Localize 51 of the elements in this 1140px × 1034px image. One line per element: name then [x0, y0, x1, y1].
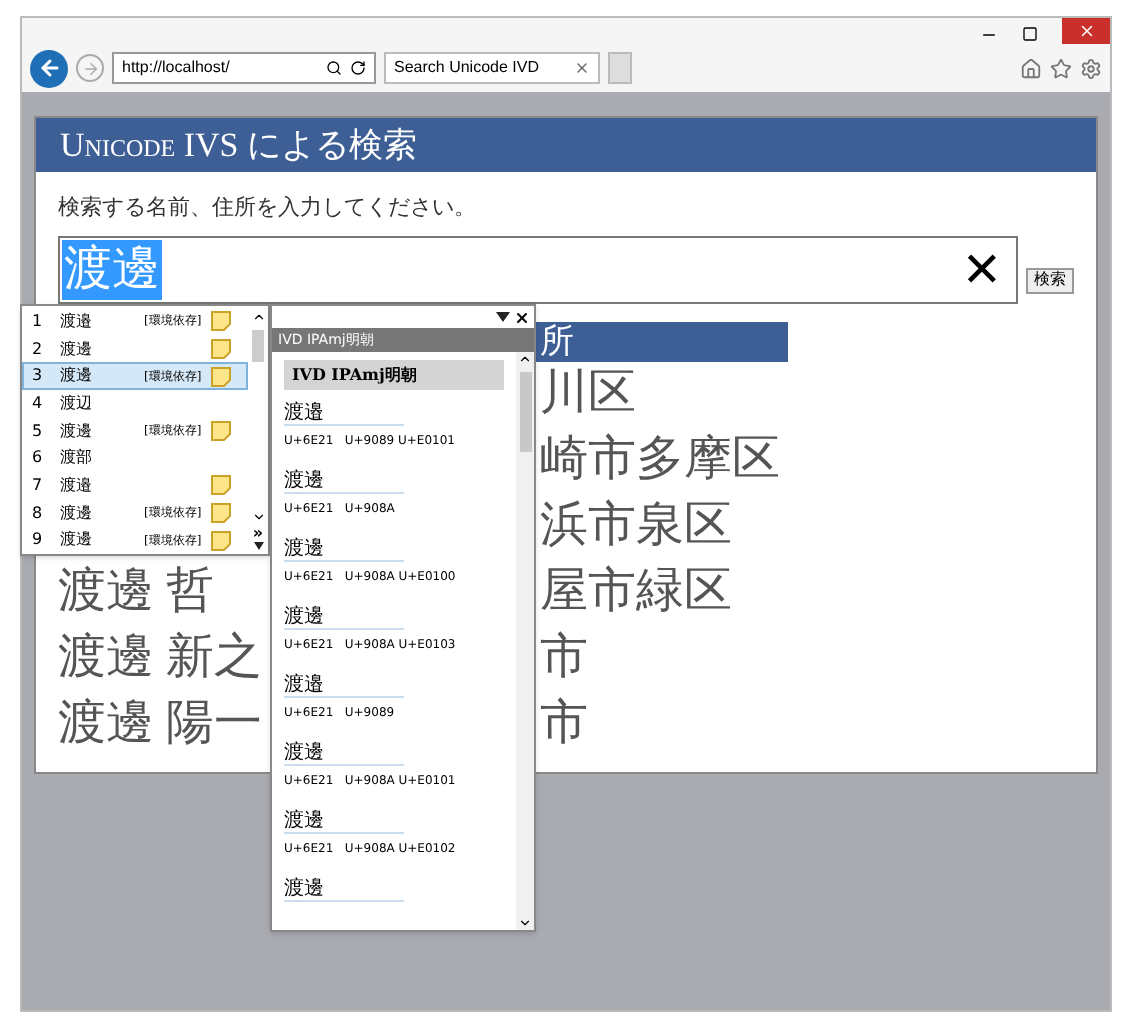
- scroll-down-icon[interactable]: [518, 916, 532, 930]
- name-cell: 渡邊 哲: [58, 566, 214, 618]
- address-cell-text: 崎市多摩区: [540, 431, 780, 490]
- refresh-icon[interactable]: [350, 60, 366, 76]
- search-field[interactable]: 渡邊 ✕: [58, 235, 1018, 303]
- close-window-button[interactable]: [1062, 18, 1110, 44]
- scroll-up-icon[interactable]: [251, 310, 265, 324]
- close-icon[interactable]: [514, 309, 530, 325]
- page-title: Unicode IVS による検索: [36, 118, 1096, 172]
- browser-tab[interactable]: Search Unicode IVD: [384, 52, 600, 84]
- clear-button[interactable]: ✕: [961, 233, 1002, 305]
- settings-icon[interactable]: [1080, 57, 1102, 79]
- address-cell-text: 市: [540, 629, 588, 688]
- name-cell: 渡邊 新之: [58, 632, 262, 684]
- glyph-text[interactable]: 渡邊: [284, 806, 404, 834]
- name-cell: 渡邊 陽一: [58, 698, 262, 750]
- search-icon[interactable]: [326, 60, 342, 76]
- address-bar[interactable]: http://localhost/: [112, 52, 376, 84]
- instruction-text: 検索する名前、住所を入力してください。: [58, 193, 478, 224]
- scroll-up-icon[interactable]: [518, 352, 532, 366]
- glyph-text[interactable]: 渡邊: [284, 602, 404, 630]
- panel-heading: IVD IPAmj明朝: [284, 360, 504, 390]
- back-button[interactable]: [30, 49, 68, 87]
- home-icon[interactable]: [1020, 57, 1042, 79]
- candidate-item[interactable]: 6 渡部: [22, 444, 248, 473]
- back-arrow-icon: [37, 56, 61, 80]
- forward-arrow-icon: [81, 59, 99, 77]
- glyph-text[interactable]: 渡邊: [284, 874, 404, 902]
- address-cell-text: 屋市緑区: [540, 563, 732, 622]
- address-cell-text: 市: [540, 695, 588, 754]
- glyph-text[interactable]: 渡邉: [284, 398, 404, 426]
- close-tab-icon[interactable]: [574, 60, 590, 76]
- column-header: 所: [540, 321, 574, 361]
- candidate-item[interactable]: 7 渡邉: [22, 472, 248, 500]
- candidate-item[interactable]: 4 渡辺: [22, 390, 248, 418]
- glyph-text[interactable]: 渡邊: [284, 466, 404, 494]
- address-cell-text: 浜市泉区: [540, 497, 732, 556]
- scrollbar-thumb[interactable]: [252, 330, 264, 362]
- glyph-text[interactable]: 渡邊: [284, 738, 404, 766]
- scroll-down-icon[interactable]: [251, 510, 265, 524]
- close-icon: [1077, 22, 1095, 40]
- candidate-item[interactable]: 2 渡邊: [22, 335, 248, 363]
- expand-button[interactable]: »: [252, 524, 264, 542]
- glyph-text[interactable]: 渡邉: [284, 670, 404, 698]
- address-cell-text: 川区: [540, 366, 636, 424]
- glyph-text[interactable]: 渡邊: [284, 534, 404, 562]
- maximize-icon[interactable]: [1022, 26, 1038, 42]
- favorites-icon[interactable]: [1050, 57, 1072, 79]
- search-button[interactable]: 検索: [1026, 267, 1074, 293]
- dropdown-icon[interactable]: [253, 542, 263, 550]
- scrollbar-thumb[interactable]: [519, 372, 531, 452]
